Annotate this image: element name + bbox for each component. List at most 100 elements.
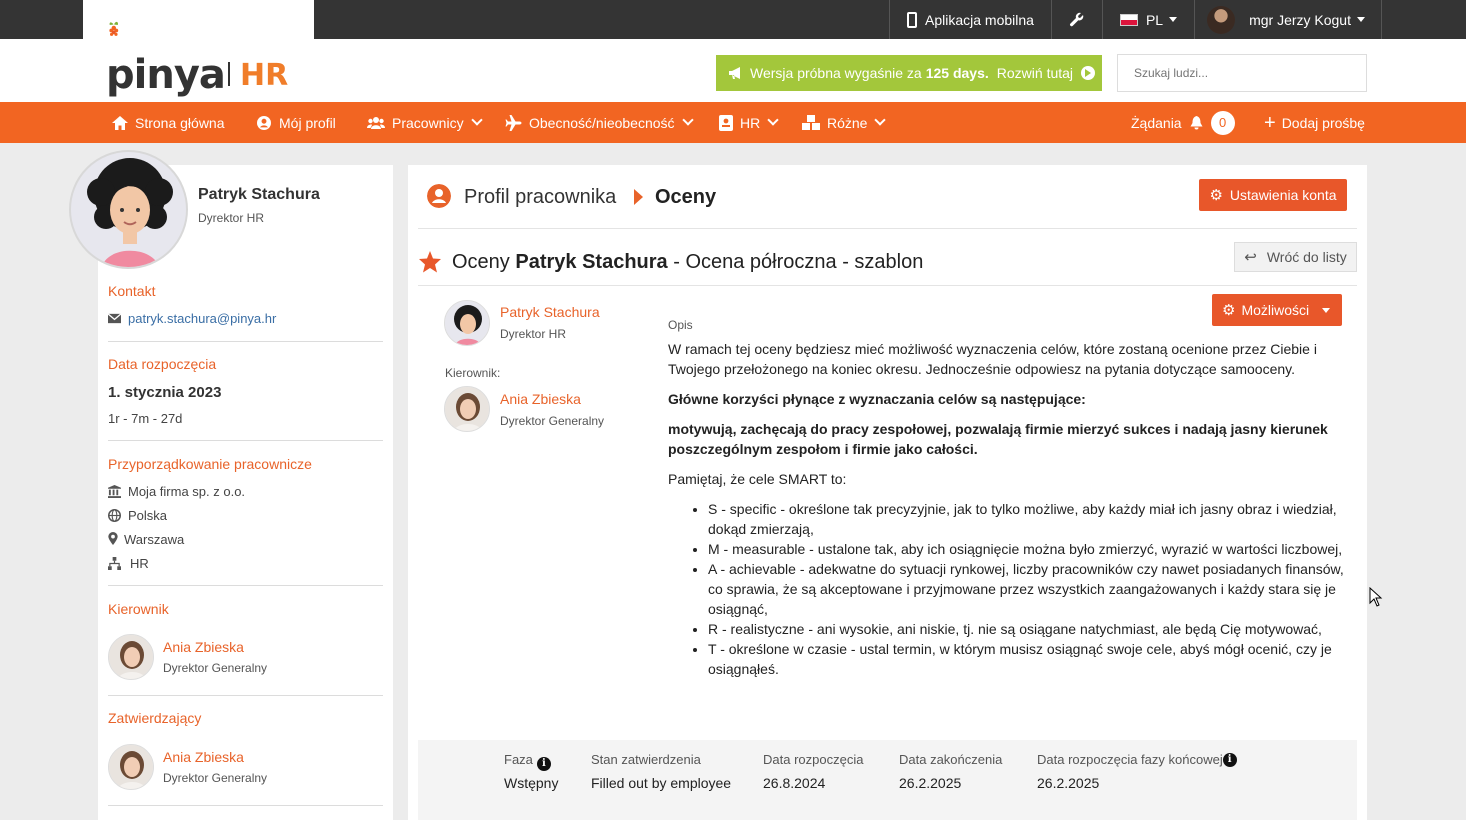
plus-icon: +	[1264, 111, 1276, 134]
list-item: T - określone w czasie - ustal termin, w…	[708, 639, 1348, 679]
final-phase-label: Data rozpoczęcia fazy końcowej i	[1037, 752, 1237, 767]
logo-wordmark: pinya	[106, 52, 226, 98]
evaluation-title-prefix: Oceny	[452, 251, 510, 273]
nav-attendance[interactable]: Obecność/nieobecność	[505, 102, 694, 143]
evaluation-title: Oceny Patryk Stachura - Ocena półroczna …	[452, 251, 923, 274]
nav-add-request[interactable]: + Dodaj prośbę	[1264, 102, 1365, 143]
user-circle-icon	[257, 115, 271, 130]
options-dropdown-button[interactable]: ⚙ Możliwości	[1212, 294, 1342, 326]
trial-banner[interactable]: Wersja próbna wygaśnie za 125 days. Rozw…	[716, 55, 1102, 91]
manager-role: Dyrektor Generalny	[163, 661, 268, 675]
trial-text: Wersja próbna wygaśnie za	[750, 65, 922, 81]
nav-hr[interactable]: HR	[719, 102, 779, 143]
user-circle-icon	[427, 184, 451, 208]
nav-my-profile[interactable]: Mój profil	[256, 102, 336, 143]
gear-icon: ⚙	[1209, 187, 1223, 204]
nav-my-profile-label: Mój profil	[279, 114, 336, 131]
cubes-icon	[802, 114, 820, 130]
employee-role-small: Dyrektor HR	[500, 327, 567, 341]
wrench-icon	[1069, 12, 1084, 26]
phase-label: Faza i	[504, 752, 551, 771]
nav-attendance-label: Obecność/nieobecność	[529, 114, 675, 131]
breadcrumb-profile-link[interactable]: Profil pracownika	[464, 186, 616, 209]
arrow-circle-icon	[1081, 66, 1096, 80]
account-settings-button[interactable]: ⚙ Ustawienia konta	[1199, 179, 1347, 211]
nav-home[interactable]: Strona główna	[112, 102, 225, 143]
manager-title: Kierownik	[108, 601, 169, 617]
nav-employees[interactable]: Pracownicy	[367, 102, 483, 143]
end-date-label: Data zakończenia	[899, 752, 1003, 767]
employee-avatar	[69, 150, 188, 269]
bell-icon	[1190, 115, 1203, 129]
poland-flag-icon	[1119, 13, 1138, 26]
manager-name-link[interactable]: Ania Zbieska	[163, 639, 244, 655]
evaluation-title-name: Patryk Stachura	[515, 251, 668, 273]
gear-icon: ⚙	[1222, 302, 1236, 319]
divider	[108, 341, 383, 342]
employee-small-avatar	[444, 300, 490, 346]
megaphone-icon	[729, 67, 740, 79]
id-badge-icon	[719, 114, 733, 131]
chevron-down-icon	[681, 114, 694, 126]
company-value: Moja firma sp. z o.o.	[128, 484, 246, 499]
list-item: M - measurable - ustalone tak, aby ich o…	[708, 539, 1348, 559]
status-label: Stan zatwierdzenia	[591, 752, 701, 767]
breadcrumb-current: Oceny	[655, 186, 717, 208]
status-value: Filled out by employee	[591, 775, 732, 791]
nav-add-request-label: Dodaj prośbę	[1281, 114, 1365, 131]
benefits-text: motywują, zachęcają do pracy zespołowej,…	[668, 421, 1328, 457]
list-item: S - specific - określone tak precyzyjnie…	[708, 499, 1348, 539]
description-label: Opis	[668, 318, 693, 332]
language-dropdown[interactable]: PL	[1101, 0, 1194, 39]
employee-email-link[interactable]: patryk.stachura@pinya.hr	[128, 311, 276, 326]
mobile-app-link[interactable]: Aplikacja mobilna	[888, 0, 1051, 39]
back-to-list-button[interactable]: ↩ Wróć do listy	[1234, 242, 1357, 272]
manager-avatar	[108, 634, 154, 680]
main-nav: Strona główna Mój profil Pracownicy Obec…	[0, 102, 1466, 143]
approver-name-link[interactable]: Ania Zbieska	[163, 749, 244, 765]
chevron-down-icon	[470, 114, 483, 126]
list-item: R - realistyczne - ani wysokie, ani nisk…	[708, 619, 1348, 639]
approver-role: Dyrektor Generalny	[163, 771, 268, 785]
reply-arrow-icon: ↩	[1244, 249, 1257, 266]
assignment-title: Przyporządkowanie pracownicze	[108, 456, 312, 472]
search-people-input[interactable]	[1117, 54, 1367, 92]
nav-requests-label: Żądania	[1131, 114, 1182, 131]
user-menu[interactable]: mgr Jerzy Kogut	[1194, 0, 1382, 39]
tools-button[interactable]	[1050, 0, 1102, 39]
manager-role-main: Dyrektor Generalny	[500, 414, 605, 428]
breadcrumb-arrow-icon	[634, 189, 643, 205]
star-icon	[419, 251, 441, 273]
logo-separator	[228, 62, 230, 86]
nav-home-label: Strona główna	[135, 114, 225, 131]
description-paragraph: W ramach tej oceny będziesz mieć możliwo…	[668, 341, 1317, 377]
info-icon[interactable]: i	[1222, 753, 1237, 767]
globe-icon	[108, 509, 121, 522]
benefits-heading: Główne korzyści płynące z wyznaczania ce…	[668, 391, 1086, 407]
plane-icon	[505, 114, 522, 131]
nav-requests[interactable]: Żądania 0	[1131, 102, 1235, 143]
approver-avatar	[108, 744, 154, 790]
divider	[418, 285, 1357, 286]
trial-link[interactable]: Rozwiń tutaj	[997, 65, 1073, 81]
employee-name-link[interactable]: Patryk Stachura	[500, 304, 600, 320]
chevron-down-icon	[767, 114, 779, 126]
user-name: mgr Jerzy Kogut	[1249, 11, 1351, 28]
chevron-down-icon	[874, 114, 887, 126]
city-value: Warszawa	[124, 532, 185, 547]
manager-name-link-main[interactable]: Ania Zbieska	[500, 391, 581, 407]
user-avatar	[1207, 5, 1236, 34]
employee-role: Dyrektor HR	[198, 211, 265, 225]
manager-label: Kierownik:	[445, 366, 501, 380]
caret-down-icon	[1357, 17, 1365, 22]
nav-misc[interactable]: Różne	[802, 102, 887, 143]
end-date-value: 26.2.2025	[899, 775, 962, 791]
divider	[418, 228, 1357, 229]
account-settings-label: Ustawienia konta	[1229, 187, 1337, 203]
approver-title: Zatwierdzający	[108, 710, 202, 726]
mouse-cursor-icon	[1369, 587, 1383, 607]
info-icon[interactable]: i	[536, 757, 551, 771]
logo-hr: HR	[240, 58, 289, 93]
divider	[108, 695, 383, 696]
employee-name: Patryk Stachura	[198, 186, 320, 203]
